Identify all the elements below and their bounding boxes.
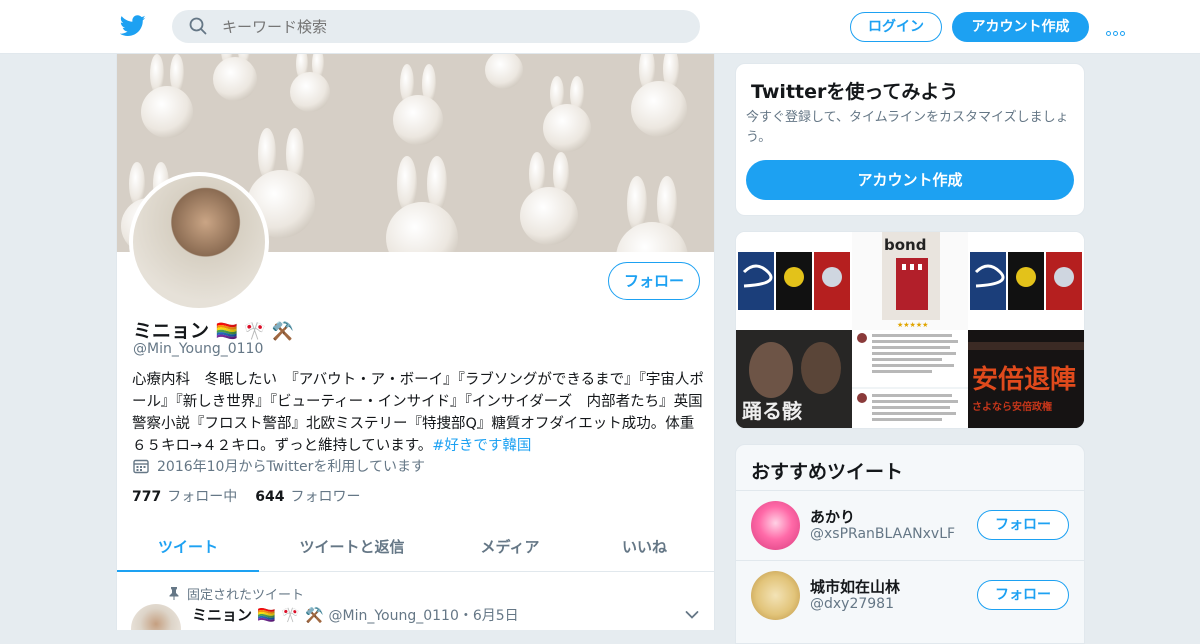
tweet-screenshot-image: [852, 333, 968, 421]
book-covers-image: [738, 252, 850, 310]
recommended-accounts-card: おすすめツイート あかり @xsPRanBLAANxvLF フォロー 城市如在山…: [735, 444, 1085, 644]
recommended-title: おすすめツイート: [751, 461, 904, 483]
twitter-bird-icon[interactable]: [120, 14, 146, 38]
signup-card-button[interactable]: アカウント作成: [746, 160, 1074, 200]
more-options-icon[interactable]: [1106, 21, 1132, 36]
pinned-tweet-label: 固定されたツイート: [169, 584, 304, 603]
login-button[interactable]: ログイン: [850, 12, 942, 42]
pinned-tweet-header: ミニョン 🏳️‍🌈 🎌 ⚒️ @Min_Young_0110・6月5日: [192, 604, 519, 625]
magazine-cover-image: bond ★★★★★: [882, 232, 940, 329]
display-name-text: ミニョン: [133, 320, 210, 342]
media-tile-text-bond: bond: [884, 236, 926, 254]
tab-media[interactable]: メディア: [445, 524, 575, 572]
profile-avatar[interactable]: [129, 172, 269, 312]
media-tile-text-banner-sub: さよなら安倍政権: [972, 400, 1052, 413]
book-covers-image: [970, 252, 1082, 310]
recommended-account-avatar[interactable]: [751, 501, 800, 550]
tab-likes[interactable]: いいね: [575, 524, 714, 572]
media-tile-book-covers-2[interactable]: [968, 232, 1084, 330]
media-tile-book-covers-1[interactable]: [736, 232, 852, 330]
top-navigation-bar: ログイン アカウント作成: [0, 0, 1200, 54]
profile-bio: 心療内科 冬眠したい 『アバウト・ア・ボーイ』『ラブソングができるまで』『宇宙人…: [132, 369, 704, 457]
profile-join-date: 2016年10月からTwitterを利用しています: [133, 456, 425, 476]
bio-text: 心療内科 冬眠したい 『アバウト・ア・ボーイ』『ラブソングができるまで』『宇宙人…: [132, 372, 704, 454]
recommended-account-name[interactable]: あかり: [810, 506, 855, 527]
followers-label: フォロワー: [290, 489, 361, 505]
profile-stats: 777 フォロー中 644 フォロワー: [132, 486, 360, 506]
media-grid: bond ★★★★★ 踊る骸 安倍退陣 さよなら安倍政権: [736, 232, 1084, 428]
svg-text:★★★★★: ★★★★★: [897, 321, 928, 329]
profile-handle: @Min_Young_0110: [133, 341, 264, 357]
media-tile-film-poster[interactable]: 踊る骸: [736, 330, 852, 428]
recommended-account-name[interactable]: 城市如在山林: [810, 576, 900, 597]
search-input[interactable]: [172, 10, 700, 43]
follow-account-button[interactable]: フォロー: [977, 580, 1069, 610]
recommended-account-row[interactable]: あかり @xsPRanBLAANxvLF フォロー: [736, 490, 1084, 559]
profile-column: フォロー ミニョン 🏳️‍🌈 🎌 ⚒️ @Min_Young_0110 心療内科…: [116, 54, 715, 630]
media-tile-text-banner: 安倍退陣: [972, 364, 1076, 395]
recommended-account-avatar[interactable]: [751, 571, 800, 620]
media-tile-tweet-screenshot[interactable]: [852, 330, 968, 428]
search-icon: [189, 17, 207, 35]
chevron-down-icon[interactable]: [685, 610, 699, 620]
try-card-description: 今すぐ登録して、タイムラインをカスタマイズしましょう。: [746, 110, 1069, 145]
tab-tweets[interactable]: ツイート: [117, 524, 259, 572]
following-count: 777: [132, 489, 162, 505]
profile-display-name: ミニョン 🏳️‍🌈 🎌 ⚒️: [133, 316, 294, 343]
tweet-avatar[interactable]: [131, 604, 181, 630]
following-label: フォロー中: [167, 489, 238, 505]
media-tile-text-film: 踊る骸: [742, 399, 802, 423]
bio-hashtag-link[interactable]: #好きです韓国: [432, 438, 531, 454]
followers-count: 644: [255, 489, 285, 505]
follow-button[interactable]: フォロー: [608, 262, 700, 300]
film-poster-image: 踊る骸: [736, 330, 852, 428]
try-card-title: Twitterを使ってみよう: [751, 81, 959, 103]
tab-tweets-and-replies[interactable]: ツイートと返信: [259, 524, 445, 572]
tweet-meta[interactable]: @Min_Young_0110・6月5日: [328, 608, 518, 624]
join-date-text: 2016年10月からTwitterを利用しています: [157, 459, 425, 475]
following-link[interactable]: 777 フォロー中: [132, 489, 237, 505]
media-tile-protest-banner[interactable]: 安倍退陣 さよなら安倍政権: [968, 330, 1084, 428]
calendar-icon: [133, 459, 149, 474]
recommended-account-handle: @xsPRanBLAANxvLF: [810, 526, 956, 542]
display-name-emoji: 🏳️‍🌈 🎌 ⚒️: [215, 321, 295, 342]
pinned-label-text: 固定されたツイート: [187, 588, 305, 603]
pin-icon: [169, 587, 179, 600]
followers-link[interactable]: 644 フォロワー: [255, 489, 360, 505]
media-grid-card: bond ★★★★★ 踊る骸 安倍退陣 さよなら安倍政権: [735, 231, 1085, 429]
profile-tabs: ツイート ツイートと返信 メディア いいね: [117, 524, 714, 572]
recommended-account-row[interactable]: 城市如在山林 @dxy27981 フォロー: [736, 560, 1084, 629]
follow-account-button[interactable]: フォロー: [977, 510, 1069, 540]
recommended-account-handle: @dxy27981: [810, 596, 894, 612]
try-twitter-card: Twitterを使ってみよう 今すぐ登録して、タイムラインをカスタマイズしましょ…: [735, 63, 1085, 216]
media-tile-magazine[interactable]: bond ★★★★★: [852, 232, 968, 330]
tweet-author-name[interactable]: ミニョン 🏳️‍🌈 🎌 ⚒️: [192, 606, 324, 624]
protest-banner-image: 安倍退陣 さよなら安倍政権: [968, 330, 1084, 428]
signup-button[interactable]: アカウント作成: [952, 12, 1089, 42]
